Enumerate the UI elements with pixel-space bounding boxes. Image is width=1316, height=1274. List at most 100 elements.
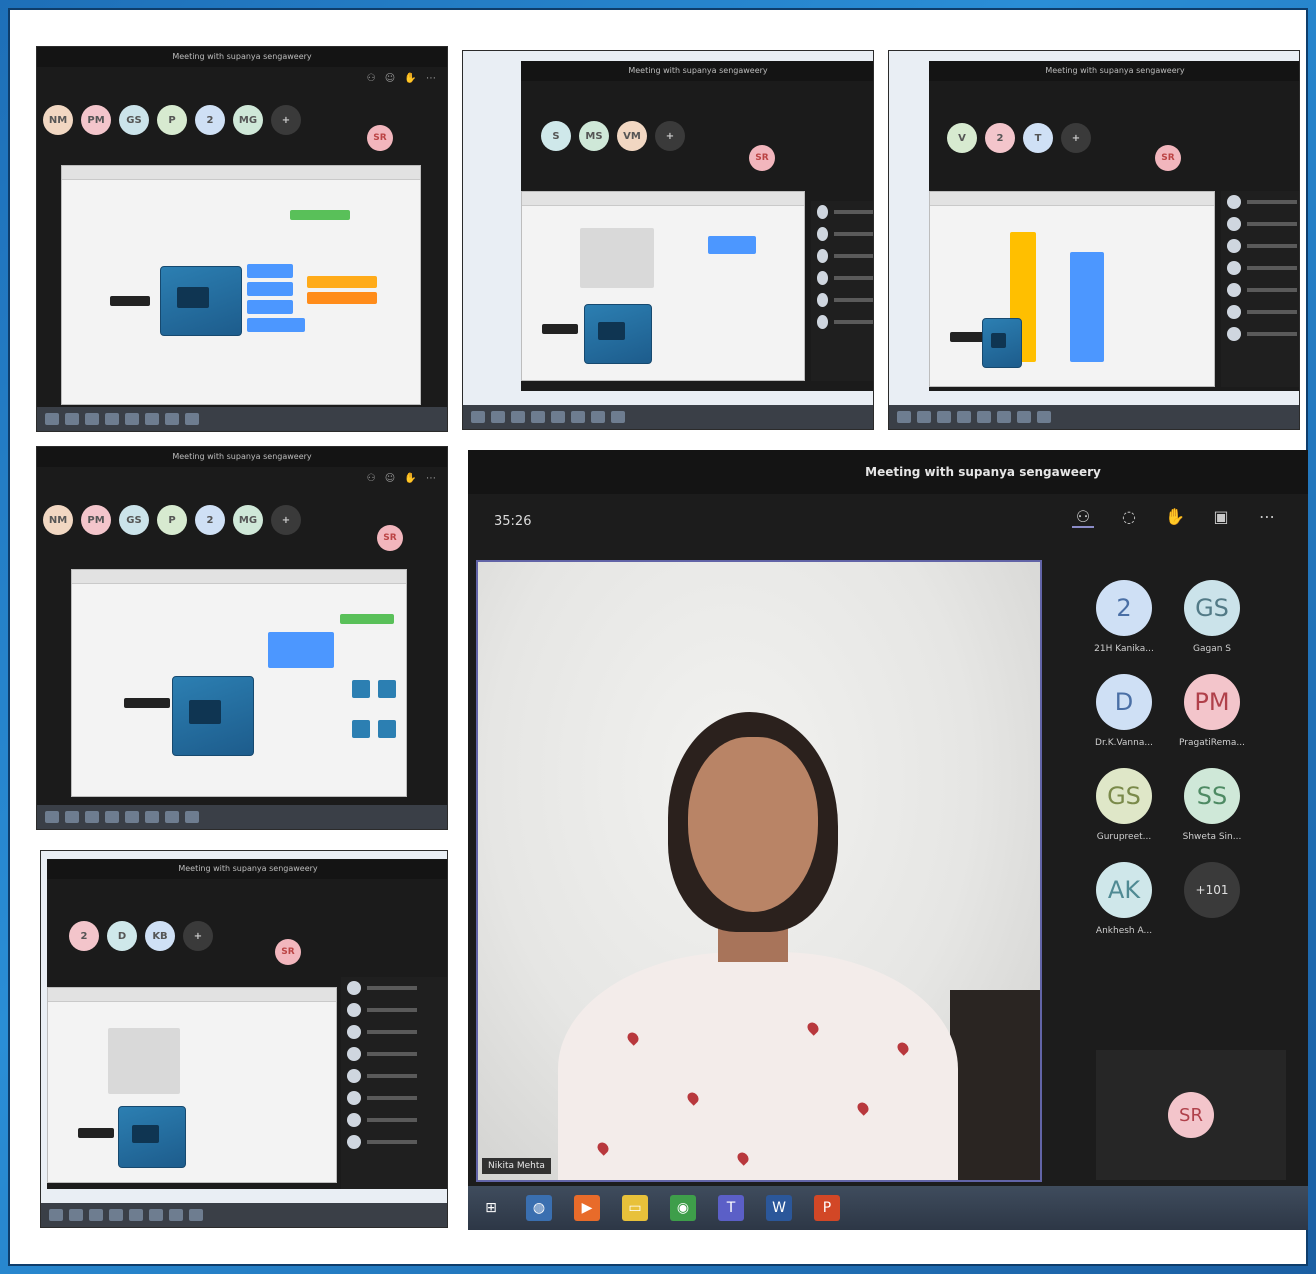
- participant-name: Ankhesh A...: [1095, 926, 1153, 936]
- participant-tile[interactable]: AK Ankhesh A...: [1080, 862, 1168, 936]
- self-avatar: SR: [1155, 145, 1181, 171]
- avatar: 2: [985, 123, 1015, 153]
- avatar: GS: [119, 105, 149, 135]
- shared-screen: [61, 165, 421, 405]
- avatar: KB: [145, 921, 175, 951]
- windows-taskbar: ⊞ ◍ ▶ ▭ ◉ T W P: [468, 1186, 1308, 1230]
- thumbnail-avatar-row: V 2 T +: [947, 123, 1091, 153]
- participant-name: PragatiRema...: [1179, 738, 1245, 748]
- participant-tile[interactable]: GS Gagan S: [1168, 580, 1256, 654]
- avatar: MG: [233, 105, 263, 135]
- avatar: T: [1023, 123, 1053, 153]
- windows-taskbar: [889, 405, 1299, 429]
- more-avatar: +: [271, 505, 301, 535]
- avatar: MG: [233, 505, 263, 535]
- avatar: AK: [1096, 862, 1152, 918]
- avatar: D: [1096, 674, 1152, 730]
- participants-panel: [341, 977, 447, 1189]
- shared-screen: [47, 987, 337, 1183]
- shared-screen: [71, 569, 407, 797]
- teams-icon[interactable]: T: [718, 1195, 744, 1221]
- avatar: D: [107, 921, 137, 951]
- thumbnail-toolbar-icons: ⚇ ☺ ✋ ⋯: [366, 473, 439, 484]
- avatar: V: [947, 123, 977, 153]
- file-explorer-icon[interactable]: ▭: [622, 1195, 648, 1221]
- self-avatar: SR: [275, 939, 301, 965]
- more-participants-count: +101: [1184, 862, 1240, 918]
- more-avatar: +: [1061, 123, 1091, 153]
- more-avatar: +: [183, 921, 213, 951]
- participant-tile[interactable]: SS Shweta Sin...: [1168, 768, 1256, 842]
- windows-taskbar: [37, 805, 447, 829]
- self-avatar: SR: [377, 525, 403, 551]
- more-icon[interactable]: ⋯: [1256, 506, 1278, 528]
- avatar: 2: [195, 505, 225, 535]
- participant-tile[interactable]: GS Gurupreet...: [1080, 768, 1168, 842]
- speaker-video: Nikita Mehta: [476, 560, 1042, 1182]
- avatar: GS: [1184, 580, 1240, 636]
- thumbnail-title: Meeting with supanya sengaweery: [37, 47, 447, 67]
- meeting-thumbnail-3: Meeting with supanya sengaweery V 2 T + …: [888, 50, 1300, 430]
- collage-frame: Meeting with supanya sengaweery ⚇ ☺ ✋ ⋯ …: [8, 8, 1308, 1266]
- chrome-icon[interactable]: ◉: [670, 1195, 696, 1221]
- meeting-thumbnail-4: Meeting with supanya sengaweery ⚇ ☺ ✋ ⋯ …: [36, 446, 448, 830]
- meeting-timer: 35:26: [494, 514, 532, 529]
- participants-icon[interactable]: ⚇: [1072, 506, 1094, 528]
- arduino-board: [160, 266, 242, 336]
- avatar: MS: [579, 121, 609, 151]
- thumbnail-title: Meeting with supanya sengaweery: [47, 859, 447, 879]
- avatar: P: [157, 105, 187, 135]
- arduino-board: [982, 318, 1022, 368]
- browser-icon[interactable]: ◍: [526, 1195, 552, 1221]
- raise-hand-icon[interactable]: ✋: [1164, 506, 1186, 528]
- participants-panel: [811, 201, 873, 381]
- participant-name: Gurupreet...: [1096, 832, 1152, 842]
- avatar: PM: [1184, 674, 1240, 730]
- word-icon[interactable]: W: [766, 1195, 792, 1221]
- meeting-thumbnail-2: Meeting with supanya sengaweery S MS VM …: [462, 50, 874, 430]
- avatar: PM: [81, 505, 111, 535]
- windows-taskbar: [37, 407, 447, 431]
- participant-name: Dr.K.Vanna...: [1095, 738, 1153, 748]
- main-meeting-window: Meeting with supanya sengaweery 35:26 ⚇ …: [468, 450, 1308, 1230]
- arduino-board: [172, 676, 254, 756]
- participant-tile[interactable]: 2 21H Kanika...: [1080, 580, 1168, 654]
- windows-start-icon[interactable]: ⊞: [478, 1195, 504, 1221]
- more-avatar: +: [655, 121, 685, 151]
- avatar: SS: [1184, 768, 1240, 824]
- participant-name: Shweta Sin...: [1182, 832, 1242, 842]
- speaker-name-tag: Nikita Mehta: [482, 1158, 551, 1174]
- participant-tile[interactable]: D Dr.K.Vanna...: [1080, 674, 1168, 748]
- thumbnail-toolbar-icons: ⚇ ☺ ✋ ⋯: [366, 73, 439, 84]
- meeting-thumbnail-1: Meeting with supanya sengaweery ⚇ ☺ ✋ ⋯ …: [36, 46, 448, 432]
- arduino-board: [584, 304, 652, 364]
- participant-roster: 2 21H Kanika... GS Gagan S D Dr.K.Vanna.…: [1080, 580, 1280, 936]
- participant-tile[interactable]: PM PragatiRema...: [1168, 674, 1256, 748]
- powerpoint-icon[interactable]: P: [814, 1195, 840, 1221]
- avatar: 2: [195, 105, 225, 135]
- windows-taskbar: [41, 1203, 447, 1227]
- thumbnail-avatar-row: 2 D KB +: [69, 921, 213, 951]
- more-participants-tile[interactable]: +101: [1168, 862, 1256, 936]
- speaker-person: [558, 952, 958, 1180]
- meeting-title: Meeting with supanya sengaweery: [468, 450, 1308, 494]
- thumbnail-avatar-row: NM PM GS P 2 MG +: [43, 505, 301, 535]
- arduino-board: [118, 1106, 186, 1168]
- chat-icon[interactable]: ◌: [1118, 506, 1140, 528]
- avatar: GS: [1096, 768, 1152, 824]
- thumbnail-title: Meeting with supanya sengaweery: [37, 447, 447, 467]
- media-player-icon[interactable]: ▶: [574, 1195, 600, 1221]
- participant-name: Gagan S: [1193, 644, 1231, 654]
- meeting-thumbnail-5: Meeting with supanya sengaweery 2 D KB +…: [40, 850, 448, 1228]
- avatar: S: [541, 121, 571, 151]
- shared-screen: [521, 191, 805, 381]
- thumbnail-avatar-row: S MS VM +: [541, 121, 685, 151]
- reactions-icon[interactable]: ▣: [1210, 506, 1232, 528]
- avatar: GS: [119, 505, 149, 535]
- participants-panel: [1221, 191, 1299, 387]
- self-avatar: SR: [1168, 1092, 1214, 1138]
- self-avatar: SR: [749, 145, 775, 171]
- avatar: NM: [43, 105, 73, 135]
- windows-taskbar: [463, 405, 873, 429]
- avatar: 2: [69, 921, 99, 951]
